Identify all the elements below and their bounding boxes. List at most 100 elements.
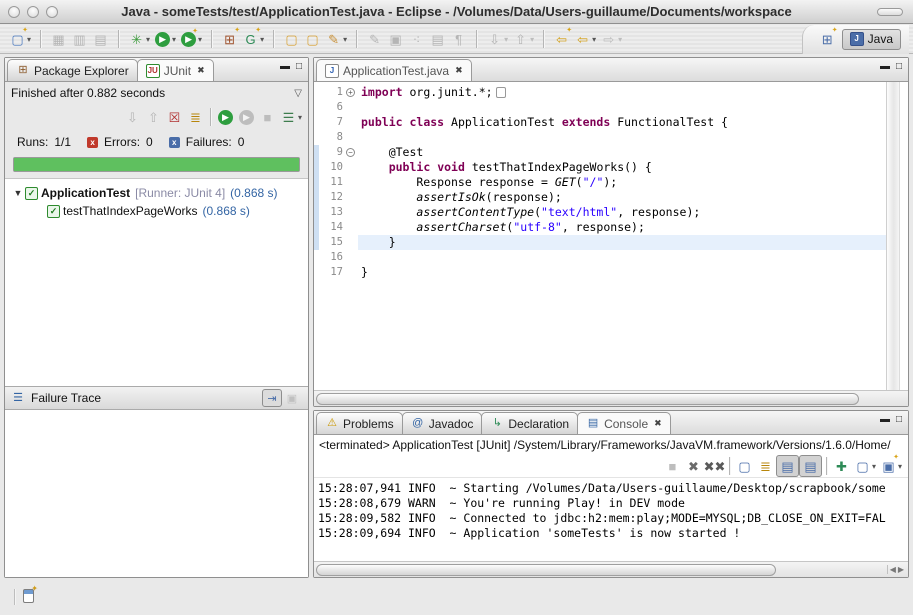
minimize-view-icon[interactable]: ▬: [280, 62, 290, 72]
run-dropdown-icon[interactable]: ▾: [172, 35, 176, 44]
status-bar: [0, 584, 913, 615]
minimize-editor-icon[interactable]: ▬: [880, 62, 890, 72]
new-java-project-button[interactable]: ⊞: [219, 28, 240, 50]
maximize-editor-icon[interactable]: □: [896, 62, 902, 72]
scroll-right-icon[interactable]: ▶: [898, 565, 904, 574]
code-area[interactable]: 1+import org.junit.*;67public class Appl…: [314, 82, 886, 390]
fold-expanded-icon[interactable]: −: [346, 148, 355, 157]
run-last-launched-button[interactable]: ▶▾: [178, 28, 204, 50]
zoom-window-button[interactable]: [46, 6, 58, 18]
maximize-console-icon[interactable]: □: [896, 415, 902, 425]
debug-button[interactable]: ✳▾: [126, 28, 152, 50]
scroll-left-icon[interactable]: ◀: [890, 565, 896, 574]
fold-column: +: [343, 85, 358, 100]
tab-problems[interactable]: ⚠Problems: [316, 412, 403, 434]
scroll-lock-button[interactable]: ≣: [185, 106, 206, 128]
code-line[interactable]: 17}: [314, 265, 886, 280]
show-stdout-when-changed-button[interactable]: ▤: [776, 455, 799, 477]
open-console-dropdown-icon[interactable]: ▾: [898, 462, 902, 471]
display-selected-console-dropdown-icon[interactable]: ▾: [872, 462, 876, 471]
maximize-view-icon[interactable]: □: [296, 62, 302, 72]
close-tab-icon[interactable]: ✖: [654, 418, 662, 429]
back-history-icon: ⇦: [574, 31, 591, 48]
fast-view-icon[interactable]: [23, 589, 34, 603]
code-line[interactable]: 6: [314, 100, 886, 115]
next-annotation-dropdown-icon[interactable]: ▾: [504, 35, 508, 44]
remove-launch-button[interactable]: ✖: [683, 455, 704, 477]
close-tab-icon[interactable]: ✖: [455, 65, 463, 76]
forward-history-dropdown-icon[interactable]: ▾: [618, 35, 622, 44]
rerun-test-button[interactable]: ▶: [215, 106, 236, 128]
test-tree-item[interactable]: ✓testThatIndexPageWorks(0.868 s): [5, 202, 308, 220]
code-line[interactable]: 16: [314, 250, 886, 265]
show-failures-only-button[interactable]: ☒: [164, 106, 185, 128]
junit-status-row: Finished after 0.882 seconds ▽: [5, 82, 308, 104]
console-output[interactable]: 15:28:07,941 INFO ~ Starting /Volumes/Da…: [314, 477, 908, 561]
open-artifact-button[interactable]: ▢: [281, 28, 302, 50]
back-history-button[interactable]: ⇦▾: [572, 28, 598, 50]
view-menu-icon[interactable]: ▽: [294, 88, 302, 99]
new-wizard-g-button[interactable]: G▾: [240, 28, 266, 50]
run-last-launched-dropdown-icon[interactable]: ▾: [198, 35, 202, 44]
tab-applicationtest.java[interactable]: JApplicationTest.java✖: [316, 59, 472, 81]
display-selected-console-button[interactable]: ▢▾: [852, 455, 878, 477]
code-line[interactable]: 1+import org.junit.*;: [314, 85, 886, 100]
test-run-history-dropdown-icon[interactable]: ▾: [298, 113, 302, 122]
code-line[interactable]: 11 Response response = GET("/");: [314, 175, 886, 190]
test-run-history-button[interactable]: ☰▾: [278, 106, 304, 128]
code-line[interactable]: 8: [314, 130, 886, 145]
code-line[interactable]: 9− @Test: [314, 145, 886, 160]
test-tree-item[interactable]: ▼✓ApplicationTest[Runner: JUnit 4](0.868…: [5, 184, 308, 202]
show-trace-in-console-button[interactable]: ⇥: [262, 389, 282, 407]
editor-hscroll-thumb[interactable]: [316, 393, 859, 405]
clear-console-button[interactable]: ▢: [734, 455, 755, 477]
code-line[interactable]: 14 assertCharset("utf-8", response);: [314, 220, 886, 235]
tab-console[interactable]: ▤Console✖: [577, 412, 671, 434]
tab-declaration[interactable]: ↳Declaration: [481, 412, 578, 434]
code-line[interactable]: 7public class ApplicationTest extends Fu…: [314, 115, 886, 130]
progress-bar: [13, 157, 300, 172]
run-button[interactable]: ▶▾: [152, 28, 178, 50]
show-stderr-when-changed-button[interactable]: ▤: [799, 455, 822, 477]
tree-expander-icon[interactable]: ▼: [11, 188, 25, 198]
close-tab-icon[interactable]: ✖: [197, 65, 205, 76]
last-edit-location-button[interactable]: ⇦: [551, 28, 572, 50]
console-hscroll-thumb[interactable]: [316, 564, 776, 576]
remove-all-terminated-button[interactable]: ✖✖: [704, 455, 725, 477]
new-wizard-button[interactable]: ▢▾: [7, 28, 33, 50]
prev-annotation-dropdown-icon[interactable]: ▾: [530, 35, 534, 44]
pin-console-button[interactable]: ✚: [831, 455, 852, 477]
code-line[interactable]: 12 assertIsOk(response);: [314, 190, 886, 205]
scroll-lock-console-button[interactable]: ≣: [755, 455, 776, 477]
open-perspective-button[interactable]: ⊞: [817, 28, 838, 50]
test-result-tree[interactable]: ▼✓ApplicationTest[Runner: JUnit 4](0.868…: [5, 178, 308, 386]
tab-javadoc[interactable]: @Javadoc: [402, 412, 483, 434]
toolbar-toggle-button[interactable]: [877, 8, 903, 16]
open-resource-button[interactable]: ▢: [302, 28, 323, 50]
code-line[interactable]: 10 public void testThatIndexPageWorks() …: [314, 160, 886, 175]
back-history-dropdown-icon[interactable]: ▾: [592, 35, 596, 44]
tab-junit[interactable]: JUJUnit✖: [137, 59, 214, 81]
code-line[interactable]: 13 assertContentType("text/html", respon…: [314, 205, 886, 220]
external-tools-button[interactable]: ✎▾: [323, 28, 349, 50]
minimize-window-button[interactable]: [27, 6, 39, 18]
prev-annotation-icon: ⇧: [512, 31, 529, 48]
open-console-button[interactable]: ▣▾: [878, 455, 904, 477]
code-segment: ApplicationTest: [444, 115, 562, 129]
new-wizard-g-dropdown-icon[interactable]: ▾: [260, 35, 264, 44]
minimize-console-icon[interactable]: ▬: [880, 415, 890, 425]
fold-collapsed-icon[interactable]: +: [346, 88, 355, 97]
external-tools-dropdown-icon[interactable]: ▾: [343, 35, 347, 44]
editor-vertical-scrollbar[interactable]: [886, 82, 899, 390]
tab-package-explorer[interactable]: ⊞Package Explorer: [7, 59, 138, 81]
failure-trace-body[interactable]: [5, 410, 308, 577]
forward-history-icon: ⇨: [600, 31, 617, 48]
editor-horizontal-scrollbar[interactable]: [314, 390, 908, 406]
status-bar-separator: [14, 589, 15, 605]
code-line[interactable]: 15 }: [314, 235, 886, 250]
close-window-button[interactable]: [8, 6, 20, 18]
java-perspective-button[interactable]: J Java: [842, 29, 901, 50]
console-horizontal-scrollbar[interactable]: ◀ ▶: [314, 561, 908, 577]
debug-dropdown-icon[interactable]: ▾: [146, 35, 150, 44]
new-wizard-dropdown-icon[interactable]: ▾: [27, 35, 31, 44]
